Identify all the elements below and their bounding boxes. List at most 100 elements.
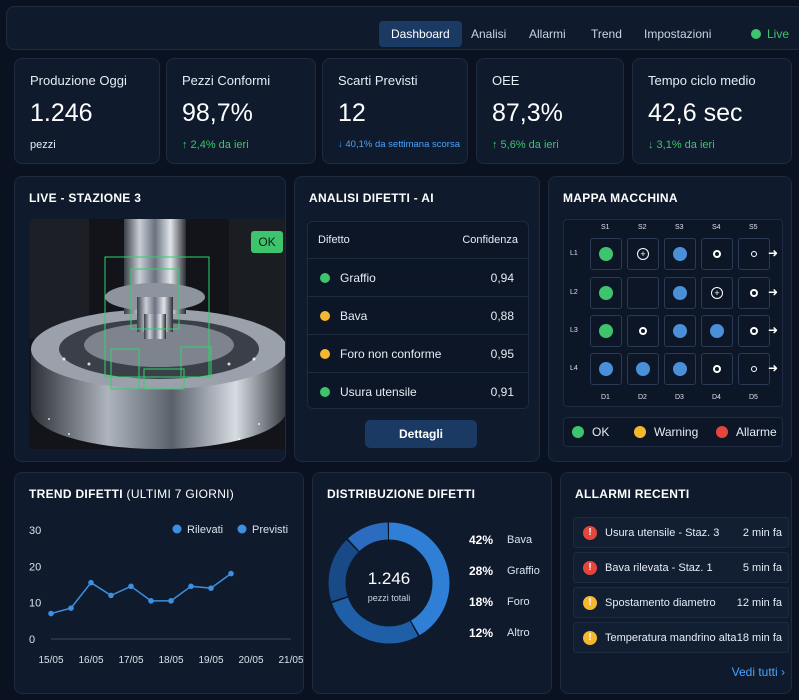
donut-legend-label: Graffio	[507, 565, 540, 577]
cell-active-dot-icon	[599, 362, 613, 376]
alarm-text: Spostamento diametro	[605, 597, 716, 609]
table-row[interactable]: Bava 0,88	[308, 296, 528, 334]
map-row-label: L3	[570, 327, 578, 334]
machine-cell[interactable]	[590, 277, 622, 309]
data-point	[68, 605, 74, 611]
kpi-sub: ↓ 3,1% da ieri	[648, 139, 715, 151]
defect-name: Usura utensile	[340, 385, 417, 399]
alarm-item[interactable]: ! Bava rilevata - Staz. 1 5 min fa	[573, 552, 789, 583]
table-row[interactable]: Usura utensile 0,91	[308, 372, 528, 410]
cell-ok-dot-icon	[599, 247, 613, 261]
live-indicator: Live	[751, 21, 789, 47]
machine-cell[interactable]: +	[627, 238, 659, 270]
kpi-sub: ↓ 40,1% da settimana scorsa	[338, 139, 460, 150]
map-title: MAPPA MACCHINA	[563, 191, 678, 205]
flow-arrow-icon: ➜	[768, 285, 779, 299]
donut-center-label: pezzi totali	[367, 593, 411, 603]
kpi-title: Tempo ciclo medio	[648, 73, 756, 88]
table-row[interactable]: Foro non conforme 0,95	[308, 334, 528, 372]
kpi-card-conformi: Pezzi Conformi 98,7% ↑ 2,4% da ieri	[166, 58, 316, 164]
donut-legend-label: Foro	[507, 596, 530, 608]
cell-ring-icon	[639, 327, 647, 335]
map-row-label: L1	[570, 250, 578, 257]
machine-cell[interactable]	[590, 353, 622, 385]
machine-cell[interactable]	[627, 277, 659, 309]
machine-cell[interactable]	[664, 238, 696, 270]
machine-cell[interactable]	[664, 315, 696, 347]
kpi-card-scarti: Scarti Previsti 12 ↓ 40,1% da settimana …	[322, 58, 468, 164]
legend-label-previsti: Previsti	[252, 524, 288, 536]
kpi-title: Pezzi Conformi	[182, 73, 271, 88]
distribution-panel: DISTRIBUZIONE DIFETTI 1.246 pezzi totali…	[312, 472, 552, 694]
alarm-item[interactable]: ! Temperatura mandrino alta 18 min fa	[573, 622, 789, 653]
machine-cell[interactable]	[590, 238, 622, 270]
map-row-label: L4	[570, 365, 578, 372]
donut-center-value: 1.246	[367, 569, 411, 588]
defect-confidence: 0,94	[490, 271, 514, 285]
defect-name: Foro non conforme	[340, 347, 442, 361]
machine-cell[interactable]	[738, 315, 770, 347]
kpi-value: 87,3%	[492, 99, 563, 127]
alarm-time: 2 min fa	[742, 527, 782, 539]
details-button[interactable]: Dettagli	[365, 420, 477, 448]
ok-status-badge: OK	[251, 231, 283, 253]
machine-cell[interactable]	[738, 238, 770, 270]
table-row[interactable]: Graffio 0,94	[308, 258, 528, 296]
cell-active-dot-icon	[673, 286, 687, 300]
top-nav-bar: Dashboard Analisi Allarmi Trend Impostaz…	[6, 6, 799, 50]
tab-allarmi[interactable]: Allarmi	[517, 21, 578, 47]
warning-icon: !	[583, 631, 597, 645]
camera-feed-image[interactable]: OK	[29, 219, 285, 449]
defect-name: Bava	[340, 309, 368, 323]
machine-cell[interactable]	[664, 277, 696, 309]
cell-active-dot-icon	[673, 324, 687, 338]
col-header-confidence: Confidenza	[462, 234, 518, 246]
warning-icon: !	[583, 596, 597, 610]
legend-label: OK	[592, 425, 610, 439]
tab-trend[interactable]: Trend	[579, 21, 634, 47]
tab-analisi[interactable]: Analisi	[459, 21, 518, 47]
legend-dot-previsti	[237, 524, 247, 534]
tab-impostazioni[interactable]: Impostazioni	[632, 21, 723, 47]
machine-cell[interactable]: +	[701, 277, 733, 309]
map-row-label: L2	[570, 289, 578, 296]
kpi-sub: ↑ 5,6% da ieri	[492, 139, 559, 151]
alarms-panel: ALLARMI RECENTI ! Usura utensile - Staz. …	[560, 472, 792, 694]
machine-cell[interactable]	[701, 315, 733, 347]
see-all-link[interactable]: Vedi tutti ›	[732, 665, 785, 679]
trend-panel: TREND DIFETTI (ULTIMI 7 GIORNI) 0 10 20 30 1…	[14, 472, 304, 694]
machine-cell[interactable]	[627, 315, 659, 347]
kpi-value: 98,7%	[182, 99, 253, 127]
flow-arrow-icon: ➜	[768, 323, 779, 337]
trend-line-chart: 0 10 20 30 15/05 16/05 17/05 18/05 19/05 20/05 21/…	[29, 524, 303, 666]
machine-cell[interactable]	[590, 315, 622, 347]
kpi-card-ciclo: Tempo ciclo medio 42,6 sec ↓ 3,1% da ier…	[632, 58, 792, 164]
live-dot-icon	[751, 29, 761, 39]
machine-cell[interactable]	[627, 353, 659, 385]
map-column-label: S2	[638, 224, 647, 231]
machine-cell[interactable]	[738, 277, 770, 309]
map-legend: OK Warning Allarme	[563, 417, 783, 447]
distribution-title: DISTRIBUZIONE DIFETTI	[327, 487, 476, 501]
tab-dashboard[interactable]: Dashboard	[379, 21, 462, 47]
map-bottom-label: D4	[712, 394, 721, 401]
x-tick-label: 15/05	[38, 655, 63, 666]
defects-table: Difetto Confidenza Graffio 0,94 Bava 0,88 Fo…	[307, 221, 529, 409]
cell-target-icon: +	[637, 248, 649, 260]
flow-arrow-icon: ➜	[768, 246, 779, 260]
legend-label: Allarme	[736, 425, 777, 439]
kpi-title: Scarti Previsti	[338, 73, 418, 88]
alarm-item[interactable]: ! Usura utensile - Staz. 3 2 min fa	[573, 517, 789, 548]
kpi-title: OEE	[492, 73, 520, 88]
alarm-item[interactable]: ! Spostamento diametro 12 min fa	[573, 587, 789, 618]
machine-cell[interactable]	[738, 353, 770, 385]
cell-ring-icon	[750, 327, 758, 335]
machined-part-illustration	[29, 219, 285, 449]
alarm-icon: !	[583, 561, 597, 575]
live-station-panel: LIVE - STAZIONE 3 OK	[14, 176, 286, 462]
alarm-time: 5 min fa	[742, 562, 782, 574]
machine-cell[interactable]	[701, 238, 733, 270]
alarm-time: 18 min fa	[736, 632, 782, 644]
machine-cell[interactable]	[664, 353, 696, 385]
machine-cell[interactable]	[701, 353, 733, 385]
